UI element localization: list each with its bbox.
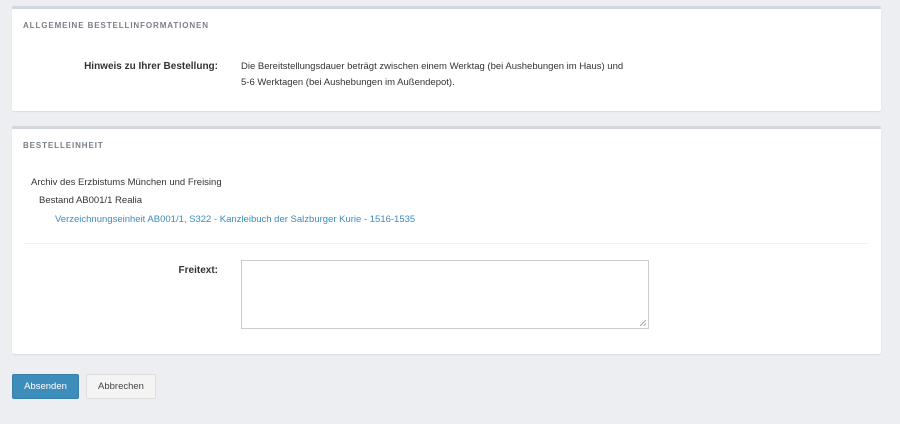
cancel-button[interactable]: Abbrechen	[86, 374, 156, 399]
order-hint-text-line2: 5-6 Werktagen (bei Aushebungen im Außend…	[241, 77, 455, 88]
order-hint-label: Hinweis zu Ihrer Bestellung:	[84, 61, 218, 72]
panel-title-general: ALLGEMEINE BESTELLINFORMATIONEN	[23, 21, 209, 30]
record-unit-link[interactable]: Verzeichnungseinheit AB001/1, S322 - Kan…	[55, 212, 415, 228]
resize-grip-icon[interactable]	[640, 320, 646, 326]
panel-title-order-unit: BESTELLEINHEIT	[23, 141, 104, 150]
archive-name: Archiv des Erzbistums München und Freisi…	[31, 177, 222, 188]
order-unit-panel: BESTELLEINHEIT Archiv des Erzbistums Mün…	[12, 126, 881, 354]
submit-button[interactable]: Absenden	[12, 374, 79, 399]
general-order-info-panel: ALLGEMEINE BESTELLINFORMATIONEN Hinweis …	[12, 6, 881, 111]
holding-name: Bestand AB001/1 Realia	[39, 195, 142, 206]
order-hint-text-line1: Die Bereitstellungsdauer beträgt zwische…	[241, 61, 624, 72]
freetext-label: Freitext:	[178, 265, 218, 276]
divider	[23, 243, 867, 244]
freetext-textarea[interactable]	[241, 260, 649, 329]
